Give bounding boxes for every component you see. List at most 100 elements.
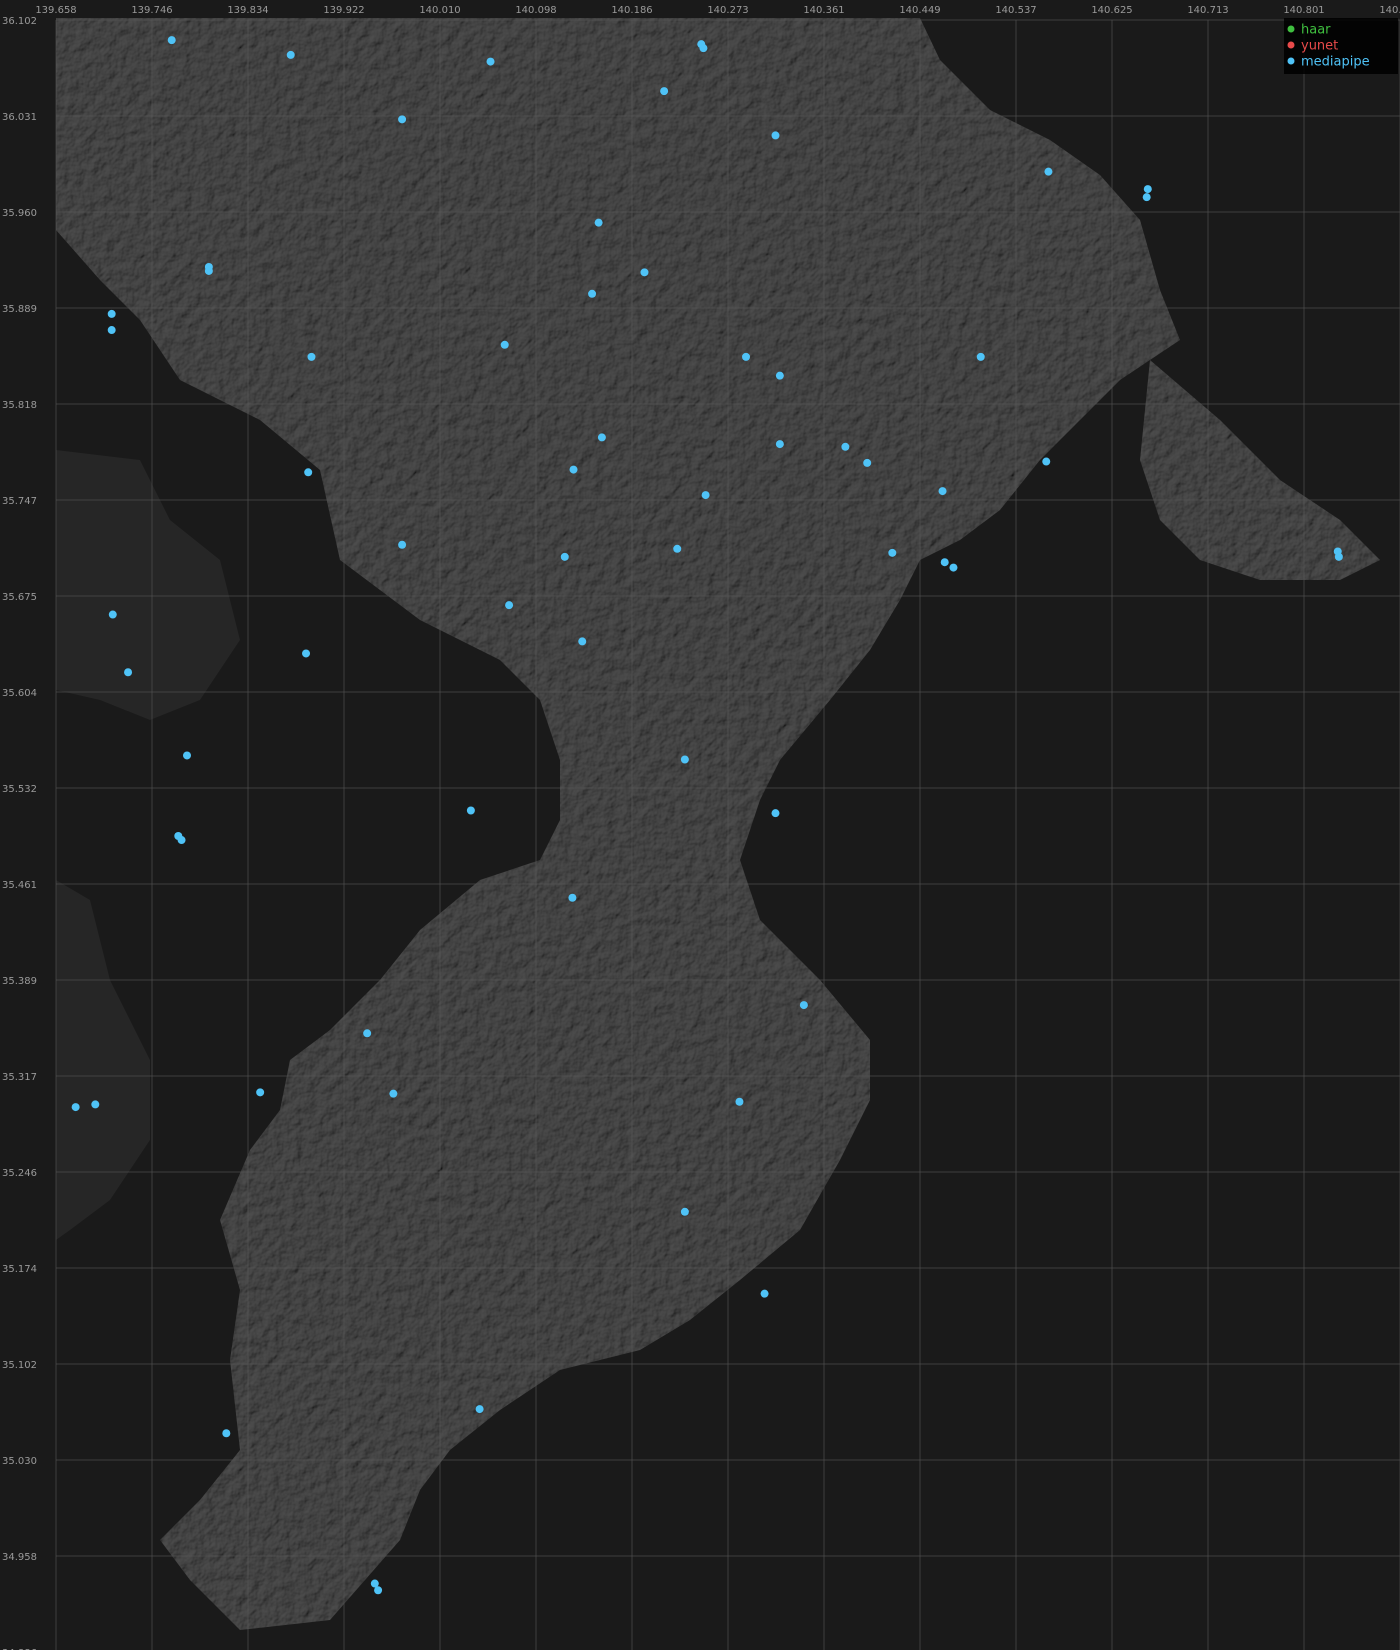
mediapipe-point [673,544,682,553]
lon-tick-label: 140.186 [611,5,652,16]
mediapipe-point [91,1100,100,1109]
mediapipe-point [799,1001,808,1010]
mediapipe-point [286,50,295,59]
lat-tick-label: 34.958 [2,1552,37,1563]
mediapipe-point [938,487,947,496]
lon-tick-label: 140.010 [419,5,460,16]
mediapipe-point [107,326,116,335]
mediapipe-point [1042,457,1051,466]
lat-tick-label: 35.461 [2,880,37,891]
lon-tick-label: 140.361 [803,5,844,16]
mediapipe-point [771,809,780,818]
lon-tick-label: 140.273 [707,5,748,16]
mediapipe-point [863,458,872,467]
mediapipe-point [560,552,569,561]
mediapipe-point [505,601,514,610]
legend-marker-yunet [1287,41,1295,49]
mediapipe-point [466,806,475,815]
mediapipe-point [307,352,316,361]
mediapipe-point [177,836,186,845]
mediapipe-point [183,751,192,760]
mediapipe-point [167,36,176,45]
legend-label-yunet: yunet [1301,39,1338,54]
mediapipe-point [256,1088,265,1097]
mediapipe-point [222,1429,231,1438]
lat-tick-label: 35.174 [2,1264,37,1275]
legend-label-mediapipe: mediapipe [1301,55,1370,70]
mediapipe-point [976,352,985,361]
mediapipe-point [949,563,958,572]
mediapipe-point [578,637,587,646]
mediapipe-point [771,131,780,140]
lat-tick-label: 35.532 [2,784,37,795]
mediapipe-point [888,548,897,557]
mediapipe-point [124,668,133,677]
lat-tick-label: 35.030 [2,1456,37,1467]
lat-tick-label: 35.818 [2,400,37,411]
mediapipe-point [500,340,509,349]
lat-tick-label: 35.389 [2,976,37,987]
mediapipe-point [374,1586,383,1595]
mediapipe-point [701,491,710,500]
mediapipe-point [363,1029,372,1038]
lat-tick-label: 35.960 [2,208,37,219]
mediapipe-point [1334,552,1343,561]
mediapipe-point [742,352,751,361]
mediapipe-point [1143,185,1152,194]
mediapipe-point [302,649,311,658]
lon-tick-label: 139.746 [131,5,172,16]
lon-tick-label: 140.625 [1091,5,1132,16]
lon-tick-label: 139.834 [227,5,268,16]
lon-tick-label: 140.537 [995,5,1036,16]
mediapipe-point [1044,167,1053,176]
lat-tick-label: 36.031 [2,112,37,123]
mediapipe-point [660,87,669,96]
lon-tick-label: 140.449 [899,5,940,16]
mediapipe-point [486,57,495,66]
legend-marker-mediapipe [1287,57,1295,65]
mediapipe-point [640,268,649,277]
lon-tick-label: 140.801 [1283,5,1324,16]
mediapipe-point [398,115,407,124]
mediapipe-point [398,540,407,549]
legend-label-haar: haar [1301,23,1331,38]
mediapipe-point [569,465,578,474]
lat-tick-label: 36.102 [2,16,37,27]
lon-tick-label: 140.098 [515,5,556,16]
mediapipe-point [760,1289,769,1298]
mediapipe-point [389,1089,398,1098]
mediapipe-point [1142,193,1151,202]
lon-tick-label: 140.713 [1187,5,1228,16]
mediapipe-point [680,1207,689,1216]
mediapipe-point [735,1097,744,1106]
lon-tick-label: 139.658 [35,5,76,16]
legend-marker-haar [1287,25,1295,33]
mediapipe-point [597,433,606,442]
mediapipe-point [699,44,708,53]
lon-tick-label: 140.889 [1379,5,1400,16]
lat-tick-label: 35.604 [2,688,37,699]
lat-tick-label: 35.102 [2,1360,37,1371]
mediapipe-point [108,610,117,619]
mediapipe-point [304,468,313,477]
mediapipe-point [204,266,213,275]
mediapipe-point [775,440,784,449]
map-canvas[interactable]: 139.658 139.746 139.834 139.922 140.010 140.0… [0,0,1400,1650]
legend: haaryunetmediapipe [1284,18,1398,74]
mediapipe-point [71,1103,80,1112]
mediapipe-point [680,755,689,764]
lat-tick-label: 35.317 [2,1072,37,1083]
mediapipe-point [568,893,577,902]
mediapipe-point [775,371,784,380]
mediapipe-point [475,1405,484,1414]
mediapipe-point [841,442,850,451]
lon-tick-label: 139.922 [323,5,364,16]
lat-tick-label: 35.747 [2,496,37,507]
mediapipe-point [588,289,597,298]
lat-tick-label: 35.246 [2,1168,37,1179]
mediapipe-point [940,558,949,567]
mediapipe-point [594,218,603,227]
lat-tick-label: 35.675 [2,592,37,603]
lat-tick-label: 35.889 [2,304,37,315]
mediapipe-point [107,309,116,318]
